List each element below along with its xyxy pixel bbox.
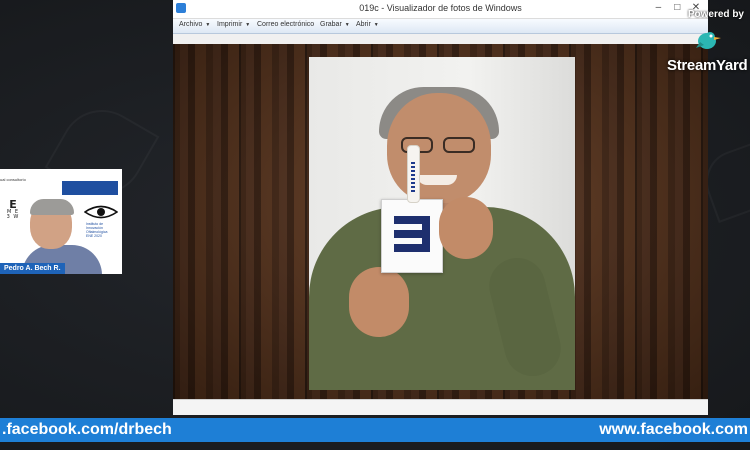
- institute-text: Instituto de Innovación Oftalmológica EN…: [86, 222, 122, 238]
- bird-logo-icon: [696, 32, 721, 49]
- hand: [349, 267, 409, 337]
- occluder-stick: [407, 145, 420, 203]
- webcam-tile: ual consultorio E M E 3 W Instituto de I…: [0, 169, 122, 274]
- cam-logo: [62, 181, 118, 195]
- menu-grabar-label: Grabar: [320, 21, 342, 28]
- menu-correo-label: Correo electrónico: [257, 21, 315, 28]
- name-tag: Pedro A. Bech R.: [0, 263, 65, 274]
- institute-line: ENE 2020: [86, 233, 102, 238]
- menu-grabar[interactable]: Grabar ▼: [320, 21, 350, 28]
- smile: [417, 175, 457, 185]
- displayed-photo: [309, 57, 575, 390]
- maximize-button[interactable]: □: [669, 2, 685, 13]
- menu-archivo-label: Archivo: [179, 21, 203, 28]
- photo-viewer-window: 019c - Visualizador de fotos de Windows …: [173, 0, 708, 415]
- menu-correo[interactable]: Correo electrónico: [257, 21, 314, 28]
- eye-icon: [84, 205, 118, 219]
- hand: [439, 197, 493, 259]
- minimize-button[interactable]: –: [650, 2, 666, 13]
- tumbling-e-icon: [394, 216, 430, 252]
- chevron-down-icon: ▼: [245, 22, 251, 28]
- menu-archivo[interactable]: Archivo ▼: [179, 21, 210, 28]
- menu-imprimir[interactable]: Imprimir ▼: [217, 21, 250, 28]
- chevron-down-icon: ▼: [373, 22, 379, 28]
- footer-banner: .facebook.com/drbech www.facebook.com: [0, 418, 750, 442]
- eye-chart-row: 3 W: [6, 214, 20, 220]
- menu-imprimir-label: Imprimir: [217, 21, 243, 28]
- menu-abrir[interactable]: Abrir ▼: [356, 21, 379, 28]
- cam-hair: [30, 199, 74, 215]
- tumbling-e-card: [381, 199, 443, 273]
- wood-background: [173, 44, 708, 400]
- status-bar: [173, 399, 708, 415]
- chevron-down-icon: ▼: [344, 22, 350, 28]
- menu-bar: Archivo ▼ Imprimir ▼ Correo electrónico Gr…: [173, 19, 708, 34]
- facebook-link-left[interactable]: .facebook.com/drbech: [2, 421, 172, 439]
- window-title: 019c - Visualizador de fotos de Windows: [359, 3, 522, 13]
- menu-abrir-label: Abrir: [356, 21, 371, 28]
- chevron-down-icon: ▼: [205, 22, 211, 28]
- streamyard-brand: StreamYard: [667, 57, 748, 74]
- eye-chart: E M E 3 W: [2, 199, 24, 241]
- powered-by-label: Powered by: [687, 9, 744, 20]
- title-bar: 019c - Visualizador de fotos de Windows …: [173, 0, 708, 19]
- facebook-link-right[interactable]: www.facebook.com: [599, 421, 748, 439]
- cam-top-text: ual consultorio: [0, 177, 26, 182]
